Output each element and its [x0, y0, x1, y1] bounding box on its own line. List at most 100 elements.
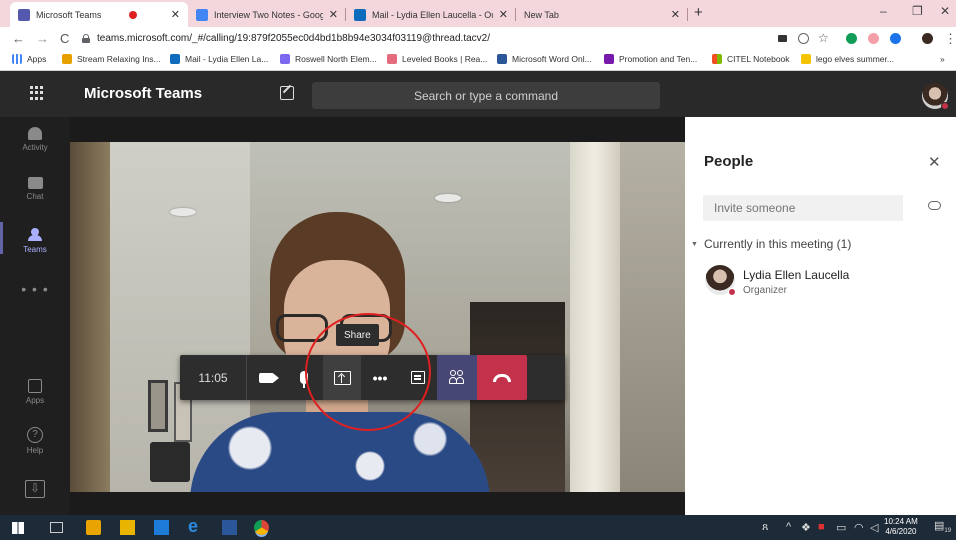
tab-title: New Tab: [524, 9, 559, 20]
bookmark-stream-relaxing[interactable]: Stream Relaxing Ins...: [62, 54, 161, 64]
conversation-button[interactable]: [399, 355, 437, 400]
url-field[interactable]: teams.microsoft.com/_#/calling/19:879f20…: [82, 29, 772, 48]
share-tray-icon: [333, 370, 351, 385]
bookmark-label: Stream Relaxing Ins...: [77, 54, 161, 64]
more-actions-button[interactable]: •••: [361, 355, 399, 400]
bookmark-citel-notebook[interactable]: CITEL Notebook: [712, 54, 790, 64]
tray-expand-icon[interactable]: ^: [786, 521, 791, 533]
share-button[interactable]: [323, 355, 361, 400]
extension-blue-icon[interactable]: [890, 33, 901, 44]
hang-up-button[interactable]: [477, 355, 527, 400]
rail-item-teams[interactable]: Teams: [0, 222, 70, 254]
participants-button[interactable]: [437, 355, 477, 400]
rail-item-more[interactable]: • • •: [0, 281, 70, 297]
bookmark-apps[interactable]: Apps: [12, 54, 46, 64]
bookmark-label: CITEL Notebook: [727, 54, 790, 64]
help-icon: ?: [27, 427, 43, 443]
back-arrow-icon[interactable]: ←: [12, 31, 25, 46]
word-icon[interactable]: [222, 520, 237, 535]
rail-item-activity[interactable]: Activity: [0, 127, 70, 152]
tab-microsoft-teams[interactable]: Microsoft Teams ✕: [10, 2, 188, 27]
outlook-favicon-icon: [354, 8, 366, 21]
close-window-icon[interactable]: ✕: [940, 4, 950, 18]
bookmark-star-icon[interactable]: ☆: [818, 31, 829, 45]
wifi-icon[interactable]: ◠: [854, 521, 864, 534]
volume-icon[interactable]: ◁: [870, 521, 878, 534]
rail-item-help[interactable]: ? Help: [0, 427, 70, 455]
minimize-icon[interactable]: –: [880, 4, 887, 18]
calendar-icon[interactable]: [154, 520, 169, 535]
new-tab-button[interactable]: +: [694, 4, 703, 21]
task-view-icon[interactable]: [50, 522, 63, 533]
in-meeting-section-header[interactable]: ▼ Currently in this meeting (1): [691, 237, 851, 251]
chrome-menu-icon[interactable]: ⋮: [944, 31, 956, 47]
teams-favicon-icon: [18, 8, 30, 21]
rail-item-apps[interactable]: Apps: [0, 379, 70, 405]
tab-interview-notes[interactable]: Interview Two Notes - Google Do ✕: [188, 2, 346, 27]
store-icon[interactable]: [86, 520, 101, 535]
new-chat-icon[interactable]: [280, 86, 294, 100]
app-title: Microsoft Teams: [84, 85, 203, 102]
profile-avatar-icon[interactable]: [922, 33, 933, 44]
mute-button[interactable]: [285, 355, 323, 400]
bookmark-roswell-north[interactable]: Roswell North Elem...: [280, 54, 377, 64]
chrome-icon[interactable]: [254, 520, 269, 535]
camera-indicator-icon[interactable]: [778, 35, 787, 42]
tab-title: Microsoft Teams: [36, 9, 102, 20]
bookmark-label: Microsoft Word Onl...: [512, 54, 592, 64]
close-tab-icon[interactable]: ✕: [493, 8, 508, 21]
zoom-icon[interactable]: [798, 33, 809, 44]
bookmark-label: Leveled Books | Rea...: [402, 54, 488, 64]
search-input[interactable]: Search or type a command: [312, 82, 660, 109]
bookmark-lego-elves[interactable]: lego elves summer...: [801, 54, 894, 64]
reload-icon[interactable]: C: [60, 31, 69, 46]
close-tab-icon[interactable]: ✕: [665, 8, 680, 21]
close-icon[interactable]: ✕: [928, 153, 941, 171]
bookmark-favicon-icon: [387, 54, 397, 64]
network-icon[interactable]: ▭: [836, 521, 846, 534]
rail-item-chat[interactable]: Chat: [0, 177, 70, 201]
file-explorer-icon[interactable]: [120, 520, 135, 535]
recording-indicator-icon: [129, 10, 138, 19]
chevron-down-icon: ▼: [691, 240, 698, 248]
bookmarks-overflow-button[interactable]: »: [940, 54, 945, 64]
close-tab-icon[interactable]: ✕: [323, 8, 338, 21]
call-controls-bar: 11:05 •••: [180, 355, 565, 400]
tab-new-tab[interactable]: New Tab ✕: [516, 2, 688, 27]
call-stage: Share 11:05 •••: [70, 117, 685, 515]
people-tray-icon[interactable]: ጸ: [762, 521, 768, 534]
extension-pink-icon[interactable]: [868, 33, 879, 44]
antivirus-icon[interactable]: ■: [818, 521, 825, 533]
teams-icon: [26, 226, 44, 242]
dropbox-icon[interactable]: ❖: [801, 521, 811, 534]
microphone-icon: [300, 371, 308, 388]
download-icon[interactable]: ⇩: [25, 480, 45, 498]
avatar[interactable]: [922, 83, 949, 110]
start-button-icon[interactable]: [12, 522, 24, 534]
onenote-favicon-icon: [604, 54, 614, 64]
bookmark-favicon-icon: [280, 54, 290, 64]
bookmark-mail[interactable]: Mail - Lydia Ellen La...: [170, 54, 268, 64]
app-rail: Activity Chat Teams • • • Apps ? Help ⇩: [0, 117, 70, 515]
edge-icon[interactable]: e: [188, 516, 203, 536]
app-launcher-icon[interactable]: [30, 86, 44, 100]
share-invite-link-icon[interactable]: [928, 201, 941, 210]
invite-someone-input[interactable]: [703, 195, 903, 221]
bookmark-word-online[interactable]: Microsoft Word Onl...: [497, 54, 592, 64]
extension-green-icon[interactable]: [846, 33, 857, 44]
notification-center-icon[interactable]: ▤19: [934, 519, 951, 534]
share-tooltip: Share: [336, 324, 379, 346]
restore-icon[interactable]: ❐: [912, 4, 923, 18]
bell-icon: [28, 127, 42, 140]
status-busy-icon: [728, 288, 736, 296]
tab-outlook-mail[interactable]: Mail - Lydia Ellen Laucella - Outlo ✕: [346, 2, 516, 27]
bookmark-leveled-books[interactable]: Leveled Books | Rea...: [387, 54, 487, 64]
camera-button[interactable]: [247, 355, 285, 400]
close-tab-icon[interactable]: ✕: [165, 8, 180, 21]
bookmark-promotion[interactable]: Promotion and Ten...: [604, 54, 697, 64]
system-clock[interactable]: 10:24 AM 4/6/2020: [884, 517, 918, 537]
forward-arrow-icon[interactable]: →: [36, 31, 49, 46]
clock-time: 10:24 AM: [884, 517, 918, 526]
list-item[interactable]: Lydia Ellen Laucella Organizer: [705, 265, 849, 296]
bookmark-label: Apps: [27, 54, 47, 64]
